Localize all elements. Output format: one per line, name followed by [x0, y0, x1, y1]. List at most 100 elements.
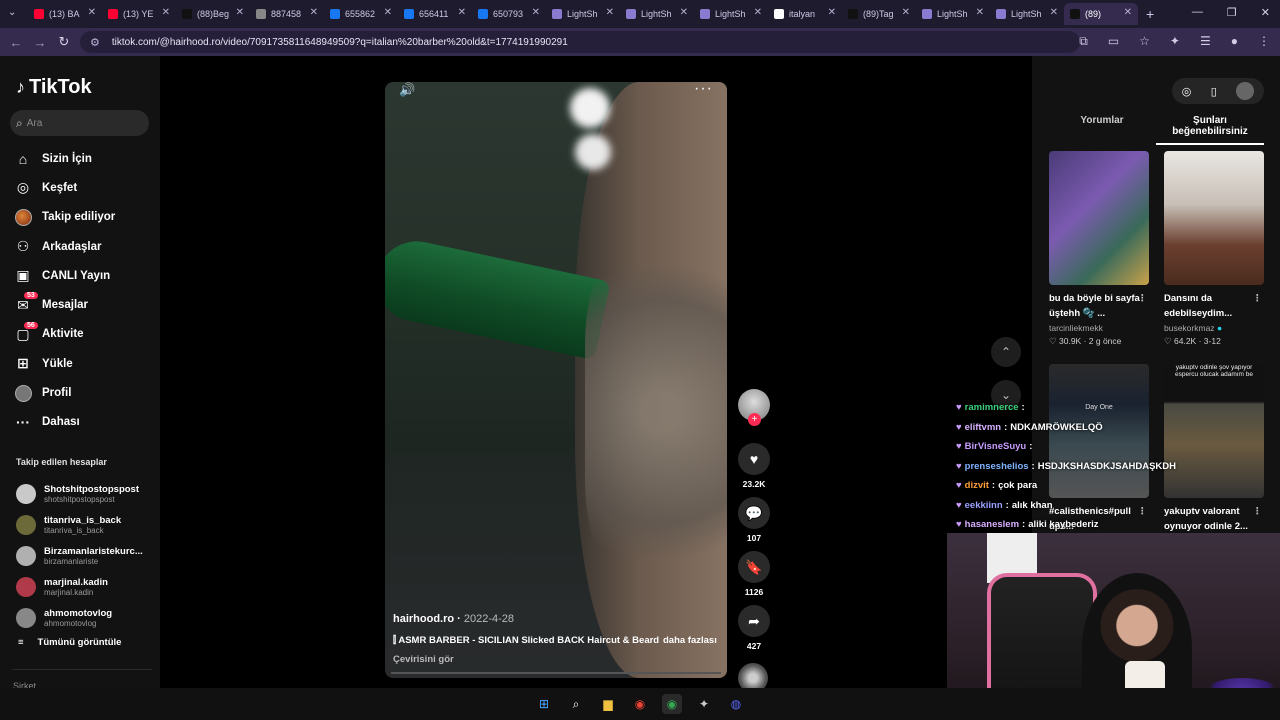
- close-tab-icon[interactable]: ✕: [754, 7, 762, 18]
- profile-icon[interactable]: ●: [1231, 34, 1238, 49]
- cast-icon[interactable]: ▭: [1108, 34, 1119, 49]
- save-button[interactable]: 🔖: [738, 551, 770, 583]
- search-icon[interactable]: ⌕: [566, 694, 586, 714]
- search-input[interactable]: ⌕ Ara: [10, 110, 149, 136]
- maximize-icon[interactable]: ❐: [1227, 6, 1237, 19]
- sidebar-item-dahas-[interactable]: ··· Dahası: [14, 408, 115, 437]
- close-tab-icon[interactable]: ✕: [88, 7, 96, 18]
- reload-icon[interactable]: ↻: [52, 34, 76, 50]
- browser-tab[interactable]: 887458 ✕: [250, 3, 324, 25]
- tab-you-may-like[interactable]: Şunları beğenebilirsiniz: [1156, 115, 1264, 145]
- extensions-icon[interactable]: ✦: [1170, 34, 1180, 49]
- sidebar-item-label: Profil: [42, 387, 72, 400]
- app-icon[interactable]: ✦: [694, 694, 714, 714]
- card-more-icon[interactable]: ⋮: [1253, 504, 1263, 519]
- discord-icon[interactable]: ◍: [726, 694, 746, 714]
- device-icon[interactable]: ▯: [1211, 85, 1217, 98]
- tiktok-logo[interactable]: ♪ TikTok: [16, 76, 92, 99]
- close-tab-icon[interactable]: ✕: [532, 7, 540, 18]
- see-translation-link[interactable]: Çevirisini gör: [393, 654, 454, 665]
- close-tab-icon[interactable]: ✕: [1050, 7, 1058, 18]
- browser-tab[interactable]: LightSh ✕: [990, 3, 1064, 25]
- compass-icon[interactable]: ◎: [1182, 85, 1192, 98]
- sidebar-item-arkada-lar[interactable]: ⚇ Arkadaşlar: [14, 232, 115, 261]
- close-tab-icon[interactable]: ✕: [902, 7, 910, 18]
- close-tab-icon[interactable]: ✕: [828, 7, 836, 18]
- more-options-icon[interactable]: ···: [694, 82, 713, 98]
- share-button[interactable]: ➦: [738, 605, 770, 637]
- card-more-icon[interactable]: ⋮: [1138, 291, 1148, 306]
- tab-search-icon[interactable]: ⌄: [8, 7, 16, 18]
- suggested-video-card[interactable]: bu da böyle bi sayfa üştehh 🫧 ... ⋮ tarci…: [1049, 151, 1149, 347]
- bookmark-star-icon[interactable]: ☆: [1139, 34, 1150, 49]
- close-tab-icon[interactable]: ✕: [162, 7, 170, 18]
- volume-icon[interactable]: 🔊: [399, 82, 415, 98]
- sidebar-item-canli-yay-n[interactable]: ▣ CANLI Yayın: [14, 261, 115, 290]
- followed-account[interactable]: Shotshitpostopspost shotshitpostopspost: [16, 478, 143, 509]
- user-avatar[interactable]: [1236, 82, 1255, 100]
- more-icon: ···: [16, 414, 30, 431]
- sidebar-item-mesajlar[interactable]: ✉ 53 Mesajlar: [14, 290, 115, 319]
- browser-tab[interactable]: (89)Tag ✕: [842, 3, 916, 25]
- browser-tab[interactable]: LightSh ✕: [620, 3, 694, 25]
- followed-account[interactable]: ahmomotovlog ahmomotovlog: [16, 602, 143, 633]
- comment-button[interactable]: 💬: [738, 497, 770, 529]
- followed-account[interactable]: marjinal.kadin marjinal.kadin: [16, 571, 143, 602]
- browser-tab[interactable]: italyan ✕: [768, 3, 842, 25]
- video-player[interactable]: 🔊 ··· hairhood.ro · 2022-4-28 ⫿ ASMR BAR…: [385, 82, 727, 678]
- close-window-icon[interactable]: ✕: [1261, 6, 1270, 19]
- forward-icon[interactable]: →: [28, 35, 52, 50]
- chrome-icon[interactable]: ◉: [630, 694, 650, 714]
- sidebar-item-takip-ediliyor[interactable]: Takip ediliyor: [14, 203, 115, 232]
- see-all-link[interactable]: ≡ Tümünü görüntüle: [18, 637, 121, 648]
- browser-tab[interactable]: (13) YE ✕: [102, 3, 176, 25]
- sidebar: ♪ TikTok ⌕ Ara ⌂ Sizin İçin ◎ Keşfet Takip e…: [0, 56, 160, 720]
- close-tab-icon[interactable]: ✕: [680, 7, 688, 18]
- followed-account[interactable]: titanriva_is_back titanriva_is_back: [16, 509, 143, 540]
- file-explorer-icon[interactable]: ▆: [598, 694, 618, 714]
- close-tab-icon[interactable]: ✕: [458, 7, 466, 18]
- close-tab-icon[interactable]: ✕: [384, 7, 392, 18]
- browser-menu-icon[interactable]: ⋮: [1258, 34, 1270, 49]
- sidebar-item-ke-fet[interactable]: ◎ Keşfet: [14, 173, 115, 202]
- browser-tab[interactable]: LightSh ✕: [916, 3, 990, 25]
- browser-tab[interactable]: LightSh ✕: [694, 3, 768, 25]
- new-tab-button[interactable]: +: [1146, 6, 1154, 22]
- sidebar-item-sizin-i-in[interactable]: ⌂ Sizin İçin: [14, 144, 115, 173]
- suggested-video-card[interactable]: Dansını da edebilseydim... ⋮ busekorkmaz …: [1164, 151, 1264, 347]
- sidebar-item-y-kle[interactable]: ⊞ Yükle: [14, 349, 115, 378]
- browser-tab[interactable]: (13) BA ✕: [28, 3, 102, 25]
- close-tab-icon[interactable]: ✕: [606, 7, 614, 18]
- browser-tab[interactable]: 655862 ✕: [324, 3, 398, 25]
- video-progress-bar[interactable]: [391, 672, 721, 674]
- address-bar[interactable]: ⚙ tiktok.com/@hairhood.ro/video/70917358…: [80, 31, 1080, 53]
- windows-start-icon[interactable]: ⊞: [534, 694, 554, 714]
- browser-tab[interactable]: (88)Beg ✕: [176, 3, 250, 25]
- site-info-icon[interactable]: ⚙: [90, 36, 100, 49]
- video-author[interactable]: hairhood.ro · 2022-4-28: [393, 613, 514, 625]
- close-tab-icon[interactable]: ✕: [236, 7, 244, 18]
- back-icon[interactable]: ←: [4, 35, 28, 50]
- browser-tab[interactable]: (89) ✕: [1064, 3, 1138, 25]
- sidebar-item-aktivite[interactable]: ▢ 56 Aktivite: [14, 320, 115, 349]
- creator-avatar[interactable]: +: [738, 389, 770, 426]
- translate-icon[interactable]: ⧉: [1079, 34, 1088, 49]
- close-tab-icon[interactable]: ✕: [1124, 7, 1132, 18]
- minimize-icon[interactable]: —: [1192, 6, 1203, 19]
- close-tab-icon[interactable]: ✕: [310, 7, 318, 18]
- previous-video-button[interactable]: ⌃: [991, 337, 1021, 367]
- follow-plus-icon[interactable]: +: [748, 413, 761, 426]
- more-link[interactable]: daha fazlası: [663, 635, 717, 646]
- like-button[interactable]: ♥: [738, 443, 770, 475]
- sidebar-item-profil[interactable]: Profil: [14, 378, 115, 407]
- followed-account[interactable]: Birzamanlaristekurc... birzamanlariste: [16, 540, 143, 571]
- browser-tab[interactable]: 656411 ✕: [398, 3, 472, 25]
- close-tab-icon[interactable]: ✕: [976, 7, 984, 18]
- reading-list-icon[interactable]: ☰: [1200, 34, 1211, 49]
- card-more-icon[interactable]: ⋮: [1253, 291, 1263, 306]
- url-text: tiktok.com/@hairhood.ro/video/7091735811…: [111, 36, 568, 48]
- chrome-icon[interactable]: ◉: [662, 694, 682, 714]
- browser-tab[interactable]: LightSh ✕: [546, 3, 620, 25]
- tab-comments[interactable]: Yorumlar: [1048, 115, 1156, 145]
- browser-tab[interactable]: 650793 ✕: [472, 3, 546, 25]
